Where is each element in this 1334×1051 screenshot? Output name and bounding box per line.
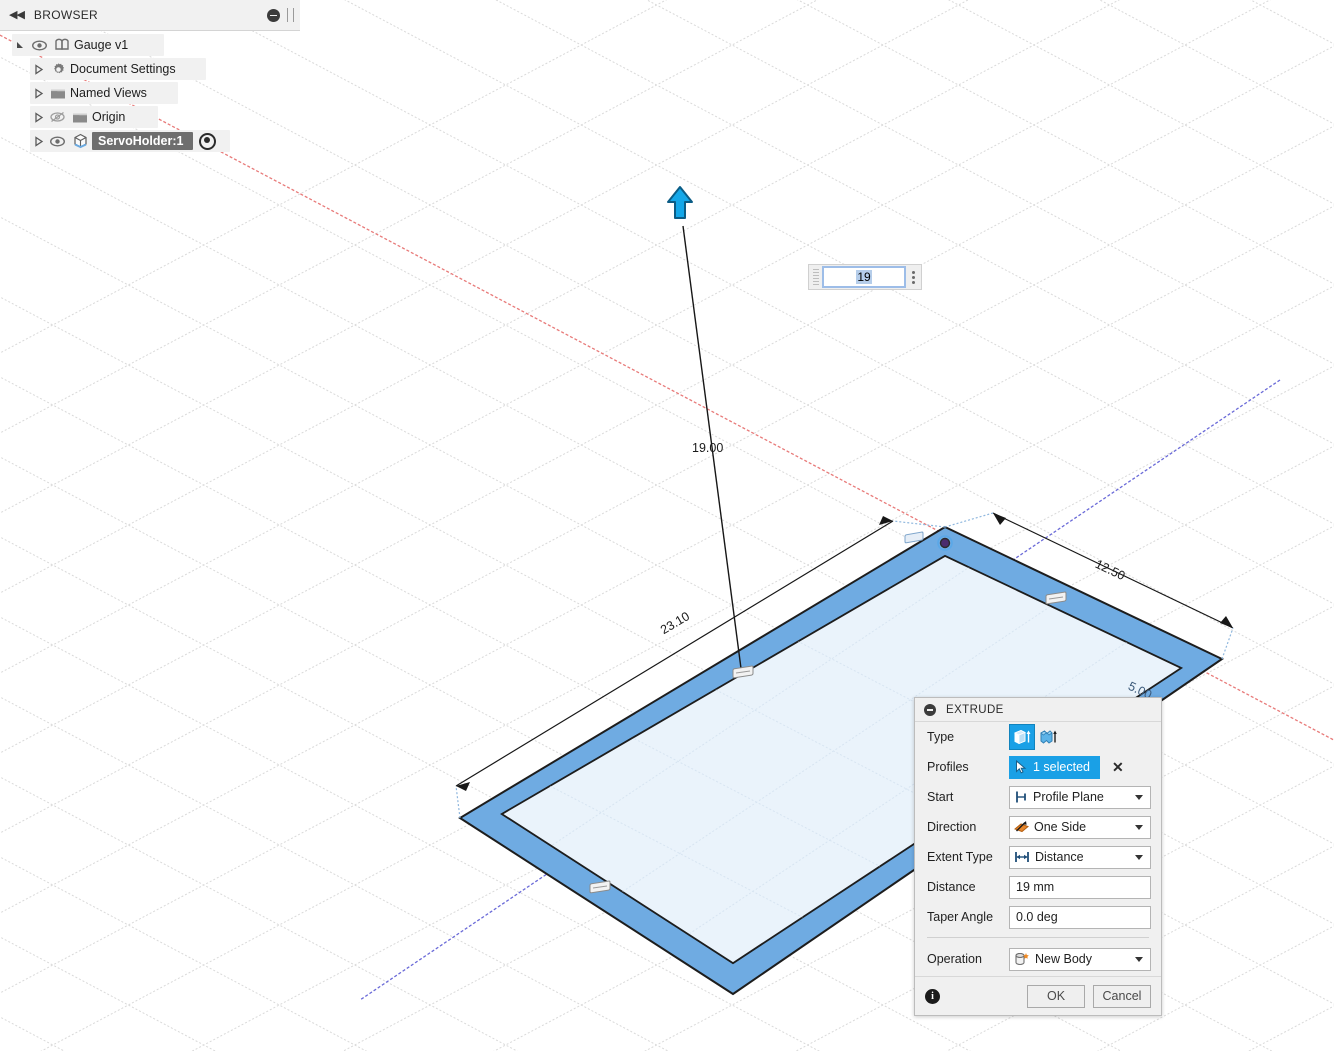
row-extent-type: Extent Type Distance	[915, 842, 1161, 872]
profile-plane-icon	[1016, 791, 1026, 803]
ok-button[interactable]: OK	[1027, 984, 1085, 1008]
fusion360-window: 19.00 23.10 12.50 5.00 ◀◀ BROWSER Gauge …	[0, 0, 1334, 1051]
distance-value-text: 19	[856, 270, 872, 284]
chevron-down-icon[interactable]	[1135, 855, 1143, 860]
x-close-icon[interactable]: ✕	[1112, 760, 1124, 774]
start-dropdown[interactable]: Profile Plane	[1009, 785, 1151, 809]
visibility-hidden-eye-icon[interactable]	[46, 111, 68, 123]
start-value: Profile Plane	[1033, 790, 1104, 804]
dimension-value-editor[interactable]: 19	[808, 264, 922, 290]
distance-icon	[1015, 852, 1029, 862]
cursor-arrow-icon	[1016, 760, 1027, 774]
tree-item-label: Origin	[92, 110, 126, 124]
tree-item-document-settings[interactable]: Document Settings	[0, 57, 300, 81]
extent-type-dropdown[interactable]: Distance	[1009, 845, 1151, 869]
chevron-down-icon[interactable]	[1135, 825, 1143, 830]
document-icon	[50, 38, 74, 53]
new-body-icon	[1015, 952, 1029, 965]
profiles-label: Profiles	[927, 760, 969, 774]
extent-type-label: Extent Type	[927, 850, 993, 864]
taper-angle-input[interactable]: 0.0 deg	[1009, 905, 1151, 929]
tree-item-named-views[interactable]: Named Views	[0, 81, 300, 105]
panel-grip-icon[interactable]	[287, 8, 294, 22]
double-chevron-left-icon[interactable]: ◀◀	[9, 9, 25, 21]
browser-title: BROWSER	[33, 8, 99, 22]
drag-dots-icon[interactable]	[813, 269, 819, 285]
extent-type-value: Distance	[1035, 850, 1084, 864]
chevron-down-icon[interactable]	[1135, 795, 1143, 800]
cancel-button[interactable]: Cancel	[1093, 984, 1151, 1008]
direction-label: Direction	[927, 820, 977, 834]
circle-minus-icon[interactable]	[267, 8, 280, 22]
row-distance: Distance 19 mm	[915, 872, 1161, 902]
start-label: Start	[927, 790, 954, 804]
collapse-twisty-icon[interactable]	[30, 63, 46, 75]
browser-panel: ◀◀ BROWSER Gauge v1 Document Settings Na…	[0, 0, 300, 153]
extrude-arrow-up-icon	[667, 186, 693, 219]
type-label: Type	[927, 730, 955, 744]
distance-input[interactable]: 19 mm	[1009, 875, 1151, 899]
kebab-menu-icon[interactable]	[912, 270, 915, 284]
tree-item-servoholder[interactable]: ServoHolder:1	[0, 129, 300, 153]
extrude-distance-dimension-label[interactable]: 19.00	[692, 441, 723, 455]
tree-item-origin[interactable]: Origin	[0, 105, 300, 129]
tree-item-label: Gauge v1	[74, 38, 129, 52]
one-side-icon	[1014, 821, 1029, 833]
expand-twisty-icon[interactable]	[12, 40, 28, 51]
direction-dropdown[interactable]: One Side	[1009, 815, 1151, 839]
folder-icon	[46, 87, 70, 100]
operation-dropdown[interactable]: New Body	[1009, 947, 1151, 971]
extrude-dialog-title: EXTRUDE	[946, 703, 1004, 716]
direction-value: One Side	[1034, 820, 1087, 834]
row-start: Start Profile Plane	[915, 782, 1161, 812]
collapse-twisty-icon[interactable]	[30, 87, 46, 99]
profiles-chip-text: 1 selected	[1033, 760, 1090, 774]
row-direction: Direction One Side	[915, 812, 1161, 842]
row-taper-angle: Taper Angle 0.0 deg	[915, 902, 1161, 932]
profiles-selection-chip[interactable]: 1 selected	[1009, 755, 1100, 779]
component-cube-icon	[68, 133, 92, 149]
collapse-twisty-icon[interactable]	[30, 111, 46, 123]
operation-label: Operation	[927, 952, 982, 966]
tree-item-label: Named Views	[70, 86, 147, 100]
extrude-profile-icon-button[interactable]	[1009, 724, 1035, 750]
dialog-divider	[927, 937, 1149, 938]
extrude-dialog-footer: i OK Cancel	[915, 976, 1161, 1015]
circle-minus-icon[interactable]	[924, 703, 936, 716]
activate-radio-icon[interactable]	[199, 132, 217, 150]
row-operation: Operation New Body	[915, 942, 1161, 976]
extrude-dialog-header[interactable]: EXTRUDE	[915, 698, 1161, 722]
browser-tree: Gauge v1 Document Settings Named Views O…	[0, 31, 300, 153]
taper-angle-label: Taper Angle	[927, 910, 994, 924]
distance-value-input[interactable]: 19	[822, 266, 906, 288]
sketch-origin-point	[937, 535, 953, 551]
collapse-twisty-icon[interactable]	[30, 135, 46, 147]
tree-item-label: ServoHolder:1	[92, 132, 194, 150]
info-icon[interactable]: i	[925, 988, 940, 1004]
tree-item-gauge[interactable]: Gauge v1	[0, 33, 300, 57]
row-profiles: Profiles 1 selected ✕	[915, 752, 1161, 782]
folder-icon	[68, 111, 92, 124]
extrude-dialog[interactable]: EXTRUDE Type Profiles 1 selected ✕ Start…	[914, 697, 1162, 1016]
visibility-eye-icon[interactable]	[28, 40, 50, 51]
operation-value: New Body	[1035, 952, 1092, 966]
row-type: Type	[915, 722, 1161, 752]
tree-item-label: Document Settings	[70, 62, 176, 76]
chevron-down-icon[interactable]	[1135, 957, 1143, 962]
browser-panel-header[interactable]: ◀◀ BROWSER	[0, 0, 300, 31]
distance-label: Distance	[927, 880, 976, 894]
extrude-direction-manipulator	[667, 186, 743, 677]
extrude-surface-icon-button[interactable]	[1035, 724, 1061, 750]
gear-icon	[46, 62, 70, 77]
visibility-eye-icon[interactable]	[46, 136, 68, 147]
